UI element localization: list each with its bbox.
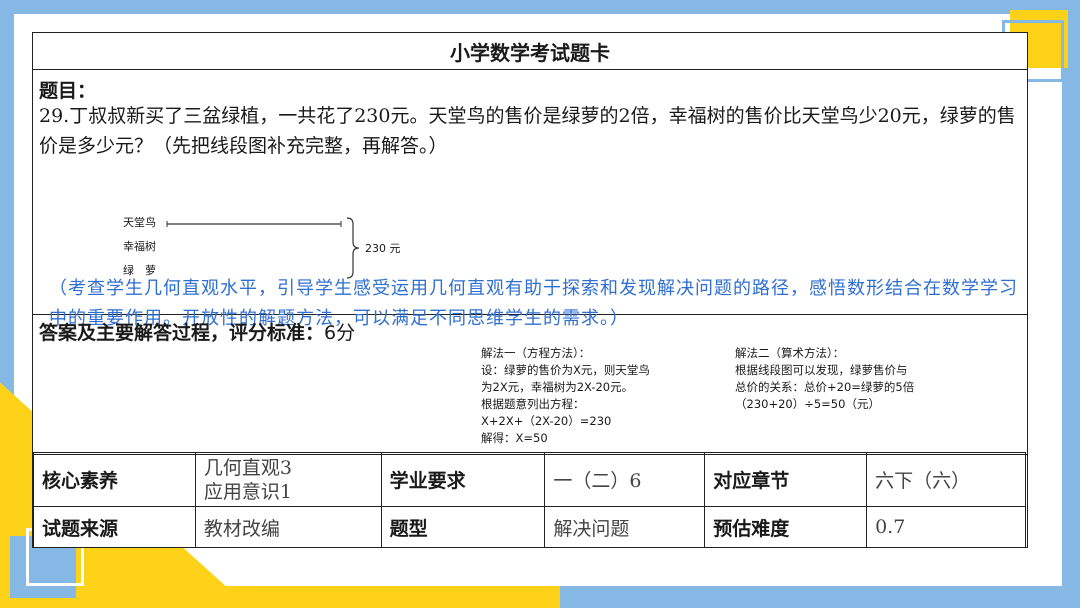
line-segment-diagram: 天堂鸟 幸福树 绿 萝 230 元 (123, 212, 401, 282)
method-one-line: 设：绿萝的售价为X元，则天堂鸟 (481, 363, 650, 377)
academic-requirement-label: 学业要求 (380, 452, 546, 507)
chapter-label: 对应章节 (704, 452, 868, 507)
answer-label-text: 答案及主要解答过程，评分标准： (39, 322, 325, 344)
method-one-line: 根据题意列出方程： (481, 397, 585, 411)
method-one-line: X+2X+（2X-20）=230 (481, 414, 612, 428)
brace-icon (346, 217, 360, 279)
answer-score: 6分 (324, 322, 356, 344)
chapter-value: 六下（六） (866, 452, 1026, 507)
method-one: 解法一（方程方法）： 设：绿萝的售价为X元，则天堂鸟 为2X元，幸福树为2X-2… (481, 345, 650, 447)
exam-card: 小学数学考试题卡 题目： 29.丁叔叔新买了三盆绿植，一共花了230元。天堂鸟的… (32, 32, 1028, 548)
question-label: 题目： (39, 80, 97, 102)
method-one-line: 解得：X=50 (481, 431, 548, 445)
method-one-line: 为2X元，幸福树为2X-20元。 (481, 380, 634, 394)
source-value: 教材改编 (194, 506, 382, 548)
info-table: 核心素养 几何直观3 应用意识1 学业要求 一（二）6 对应章节 六下（六） 试… (33, 452, 1026, 548)
method-one-line: 解法一（方程方法）： (481, 346, 591, 360)
card-title: 小学数学考试题卡 (33, 33, 1027, 70)
blue-bottom-bar (560, 586, 1080, 608)
method-two: 解法二（算术方法）： 根据线段图可以发现，绿萝售价与 总价的关系：总价+20=绿… (735, 345, 914, 413)
question-type-label: 题型 (380, 506, 546, 548)
core-literacy-item: 应用意识1 (203, 480, 292, 503)
core-literacy-label: 核心素养 (33, 452, 196, 507)
method-two-line: 总价的关系：总价+20=绿萝的5倍 (735, 380, 915, 394)
academic-requirement-value: 一（二）6 (544, 452, 706, 507)
method-two-line: （230+20）÷5=50（元） (735, 397, 880, 411)
info-row: 试题来源 教材改编 题型 解决问题 预估难度 0.7 (33, 506, 1026, 548)
question-text: 29.丁叔叔新买了三盆绿植，一共花了230元。天堂鸟的售价是绿萝的2倍，幸福树的… (39, 105, 1016, 157)
question-type-value: 解决问题 (544, 506, 706, 548)
difficulty-value: 0.7 (866, 506, 1026, 548)
info-row: 核心素养 几何直观3 应用意识1 学业要求 一（二）6 对应章节 六下（六） (33, 452, 1026, 507)
difficulty-label: 预估难度 (704, 506, 868, 548)
diagram-lines (166, 217, 360, 279)
source-label: 试题来源 (33, 506, 196, 548)
diagram-total: 230 元 (365, 242, 401, 255)
core-literacy-item: 几何直观3 (203, 456, 292, 479)
method-two-line: 根据线段图可以发现，绿萝售价与 (735, 363, 908, 377)
answer-label: 答案及主要解答过程，评分标准：6分 (39, 318, 355, 345)
method-two-line: 解法二（算术方法）： (735, 346, 845, 360)
question-section: 题目： 29.丁叔叔新买了三盆绿植，一共花了230元。天堂鸟的售价是绿萝的2倍，… (33, 70, 1027, 329)
core-literacy-value: 几何直观3 应用意识1 (194, 452, 382, 507)
answer-section: 答案及主要解答过程，评分标准：6分 解法一（方程方法）： 设：绿萝的售价为X元，… (33, 315, 1027, 455)
